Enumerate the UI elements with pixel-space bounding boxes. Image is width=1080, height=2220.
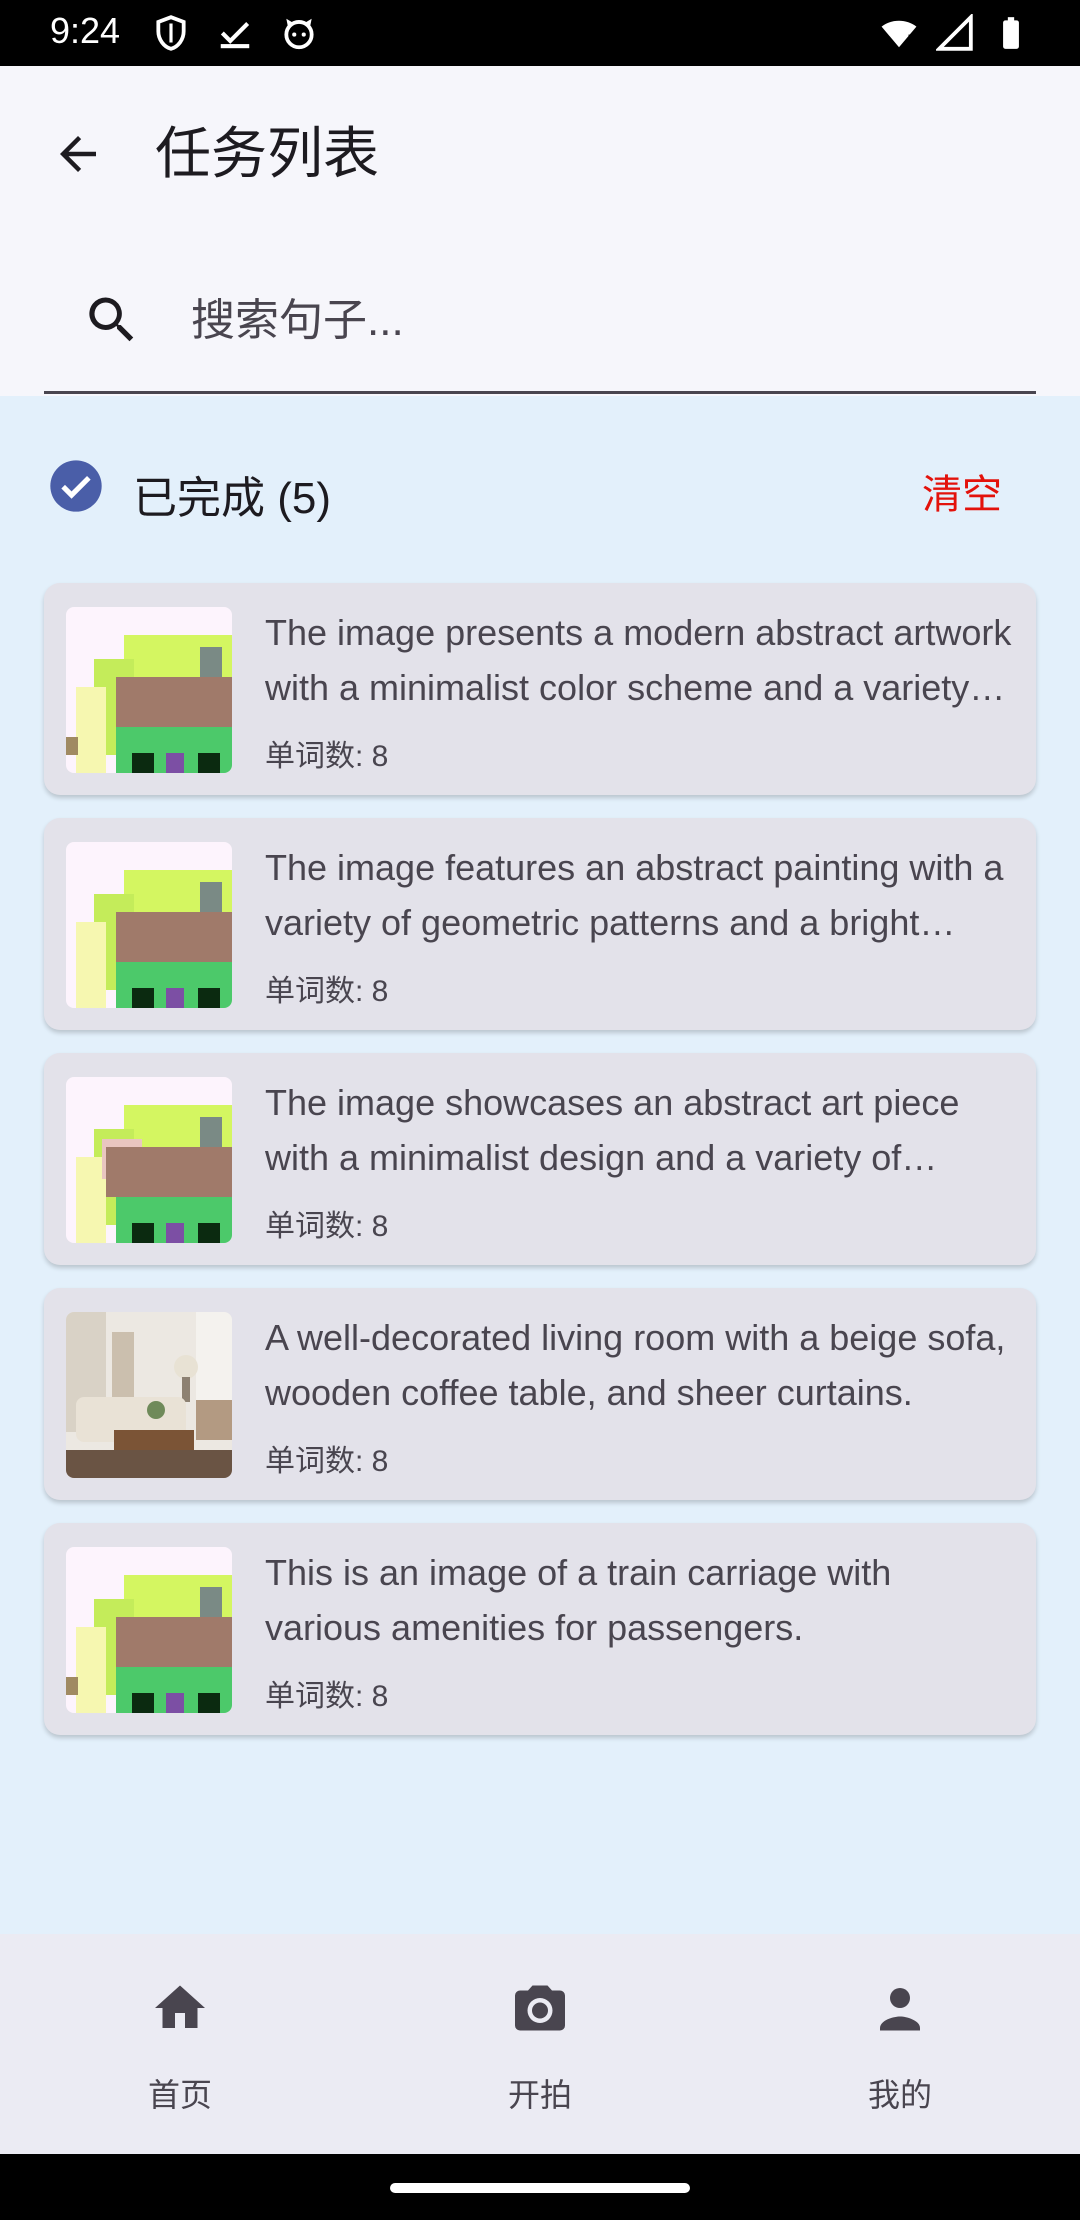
completed-count-label: 已完成 (5) bbox=[133, 474, 331, 523]
status-notification-icons bbox=[152, 14, 318, 52]
task-thumbnail bbox=[66, 1077, 232, 1243]
gesture-navigation-bar bbox=[0, 2154, 1080, 2220]
shield-icon bbox=[156, 15, 186, 51]
person-icon bbox=[880, 1988, 920, 2031]
task-description: This is an image of a train carriage wit… bbox=[265, 1552, 892, 1648]
search-bar[interactable] bbox=[44, 252, 1036, 394]
search-input[interactable] bbox=[189, 282, 993, 360]
camera-icon bbox=[515, 1985, 565, 2031]
nav-label-home: 首页 bbox=[147, 2077, 212, 2113]
battery-icon bbox=[1003, 17, 1019, 49]
search-icon bbox=[89, 297, 134, 342]
task-thumbnail bbox=[66, 842, 232, 1008]
home-gesture-handle[interactable] bbox=[390, 2183, 690, 2193]
task-card[interactable]: The image presents a modern abstract art… bbox=[44, 583, 1036, 795]
nav-label-shoot: 开拍 bbox=[507, 2077, 572, 2113]
app-bar: 任务列表 bbox=[0, 66, 1080, 396]
nav-item-profile[interactable]: 我的 bbox=[720, 1934, 1080, 2154]
task-card[interactable]: A well-decorated living room with a beig… bbox=[44, 1288, 1036, 1500]
task-description: The image features an abstract painting … bbox=[265, 847, 1004, 943]
completed-section-header: 已完成 (5) 清空 bbox=[0, 440, 1080, 530]
task-word-count: 单词数: 8 bbox=[265, 740, 389, 773]
cell-signal-icon bbox=[936, 14, 973, 51]
nav-item-home[interactable]: 首页 bbox=[0, 1934, 360, 2154]
status-bar: 9:24 bbox=[0, 0, 1080, 66]
task-word-count: 单词数: 8 bbox=[265, 1445, 389, 1478]
task-card[interactable]: This is an image of a train carriage wit… bbox=[44, 1523, 1036, 1735]
task-thumbnail bbox=[66, 1312, 232, 1478]
bottom-navigation: 首页 开拍 我的 bbox=[0, 1934, 1080, 2154]
nav-item-shoot[interactable]: 开拍 bbox=[360, 1934, 720, 2154]
task-thumbnail bbox=[66, 1547, 232, 1713]
task-thumbnail bbox=[66, 607, 232, 773]
nav-label-profile: 我的 bbox=[867, 2077, 932, 2113]
wifi-icon bbox=[881, 20, 917, 48]
status-time: 9:24 bbox=[50, 10, 121, 51]
cat-icon bbox=[284, 18, 314, 50]
clear-button[interactable]: 清空 bbox=[922, 462, 1002, 520]
task-description: A well-decorated living room with a beig… bbox=[265, 1317, 1006, 1413]
home-icon bbox=[155, 1985, 205, 2028]
task-card[interactable]: The image features an abstract painting … bbox=[44, 818, 1036, 1030]
status-system-icons bbox=[880, 14, 1030, 52]
download-done-icon bbox=[220, 22, 250, 49]
task-word-count: 单词数: 8 bbox=[265, 1210, 389, 1243]
back-button[interactable] bbox=[40, 116, 116, 192]
task-word-count: 单词数: 8 bbox=[265, 1680, 389, 1713]
search-underline bbox=[44, 391, 1036, 394]
page-title: 任务列表 bbox=[155, 122, 379, 185]
task-word-count: 单词数: 8 bbox=[265, 975, 389, 1008]
task-description: The image showcases an abstract art piec… bbox=[265, 1082, 960, 1178]
arrow-back-icon bbox=[60, 136, 96, 172]
task-description: The image presents a modern abstract art… bbox=[265, 612, 1012, 708]
check-circle-icon[interactable] bbox=[48, 458, 104, 514]
task-card[interactable]: The image showcases an abstract art piec… bbox=[44, 1053, 1036, 1265]
